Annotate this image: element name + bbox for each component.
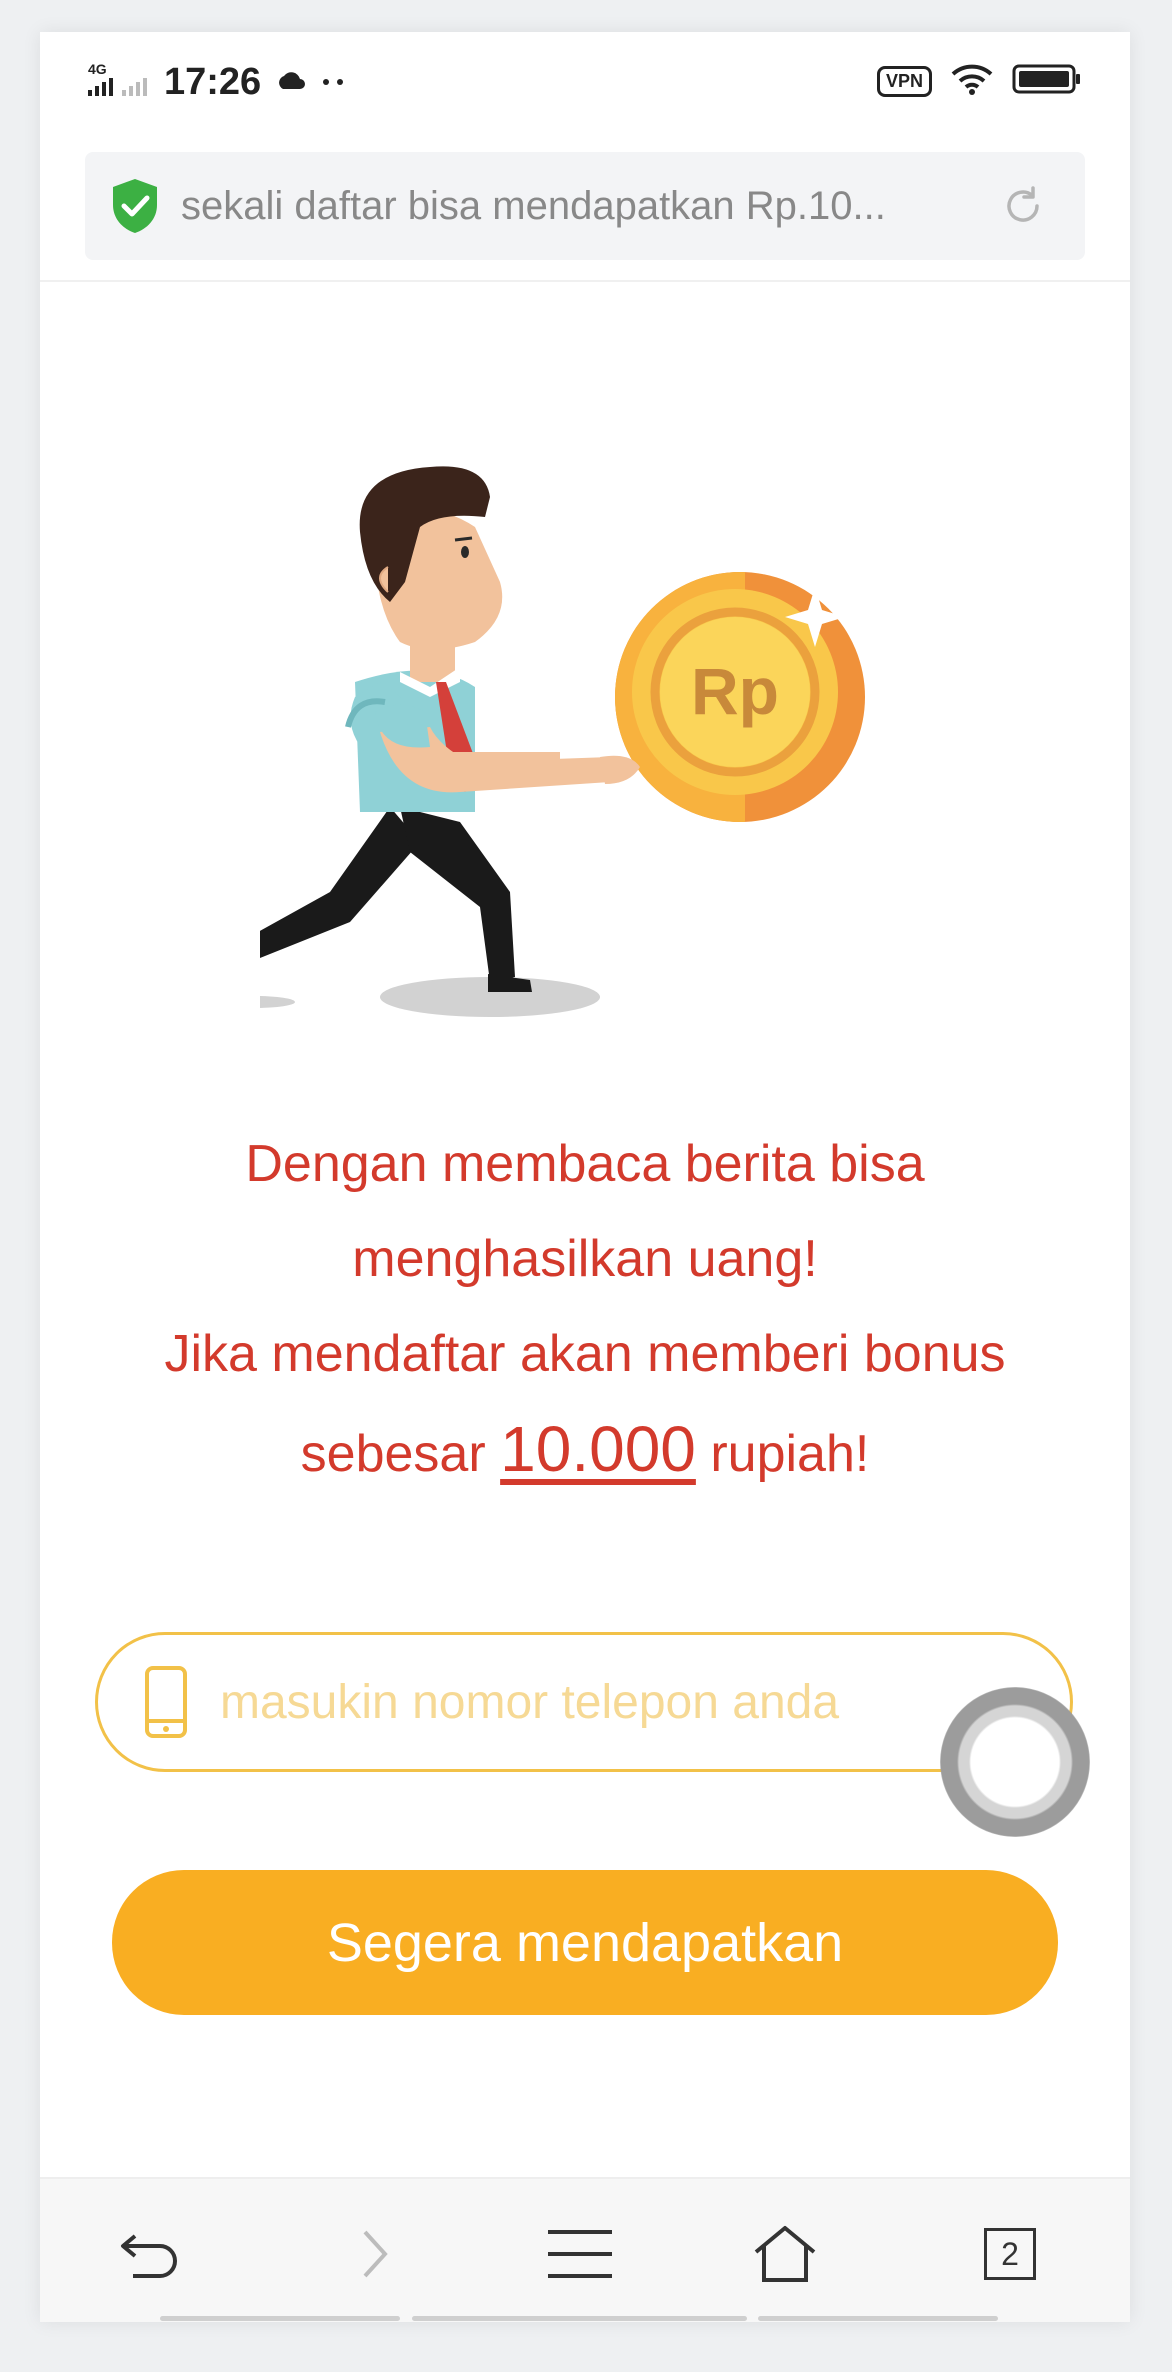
man-carrying-coin-illustration: Rp xyxy=(260,466,865,1017)
forward-button[interactable] xyxy=(330,2209,420,2299)
back-arrow-icon xyxy=(115,2224,185,2284)
status-bar: 4G 17:26 VPN xyxy=(40,32,1130,142)
back-button[interactable] xyxy=(105,2209,195,2299)
tabs-button[interactable]: 2 xyxy=(965,2209,1055,2299)
home-icon xyxy=(752,2224,818,2284)
wifi-icon xyxy=(950,62,994,101)
clock: 17:26 xyxy=(164,61,262,103)
gesture-bar xyxy=(40,2316,1130,2322)
forward-arrow-icon xyxy=(355,2224,395,2284)
promo-message: Dengan membaca berita bisa menghasilkan … xyxy=(40,1117,1130,1502)
menu-button[interactable] xyxy=(535,2209,625,2299)
promo-prefix: sebesar xyxy=(300,1425,486,1483)
address-bar[interactable]: sekali daftar bisa mendapatkan Rp.10... xyxy=(85,152,1085,260)
header-divider xyxy=(40,280,1130,282)
phone-number-input[interactable] xyxy=(218,1673,922,1731)
coin-currency-label: Rp xyxy=(691,654,779,728)
phone-screen: 4G 17:26 VPN sekali daftar bisa mendapat… xyxy=(40,32,1130,2322)
promo-line-1: Dengan membaca berita bisa xyxy=(245,1135,925,1193)
tab-count: 2 xyxy=(984,2228,1036,2280)
promo-line-4: sebesar 10.000 rupiah! xyxy=(40,1402,1130,1502)
more-notifications-icon xyxy=(321,74,347,92)
battery-icon xyxy=(1012,63,1082,100)
touch-indicator xyxy=(940,1687,1090,1837)
refresh-icon[interactable] xyxy=(999,182,1047,230)
cloud-icon xyxy=(275,69,307,96)
network-type-label: 4G xyxy=(88,61,107,77)
phone-number-field[interactable] xyxy=(95,1632,1073,1772)
signal-icon: 4G xyxy=(88,60,150,105)
promo-line-2: menghasilkan uang! xyxy=(352,1230,818,1288)
home-button[interactable] xyxy=(740,2209,830,2299)
url-title[interactable]: sekali daftar bisa mendapatkan Rp.10... xyxy=(181,184,981,229)
hamburger-menu-icon xyxy=(548,2226,612,2282)
secure-shield-icon xyxy=(109,177,161,235)
claim-bonus-button[interactable]: Segera mendapatkan xyxy=(112,1870,1058,2015)
mobile-phone-icon xyxy=(144,1665,188,1739)
promo-line-3: Jika mendaftar akan memberi bonus xyxy=(164,1325,1006,1383)
vpn-badge: VPN xyxy=(876,66,932,97)
promo-suffix: rupiah! xyxy=(710,1425,870,1483)
bonus-amount: 10.000 xyxy=(500,1413,696,1485)
browser-toolbar: 2 xyxy=(40,2177,1130,2322)
